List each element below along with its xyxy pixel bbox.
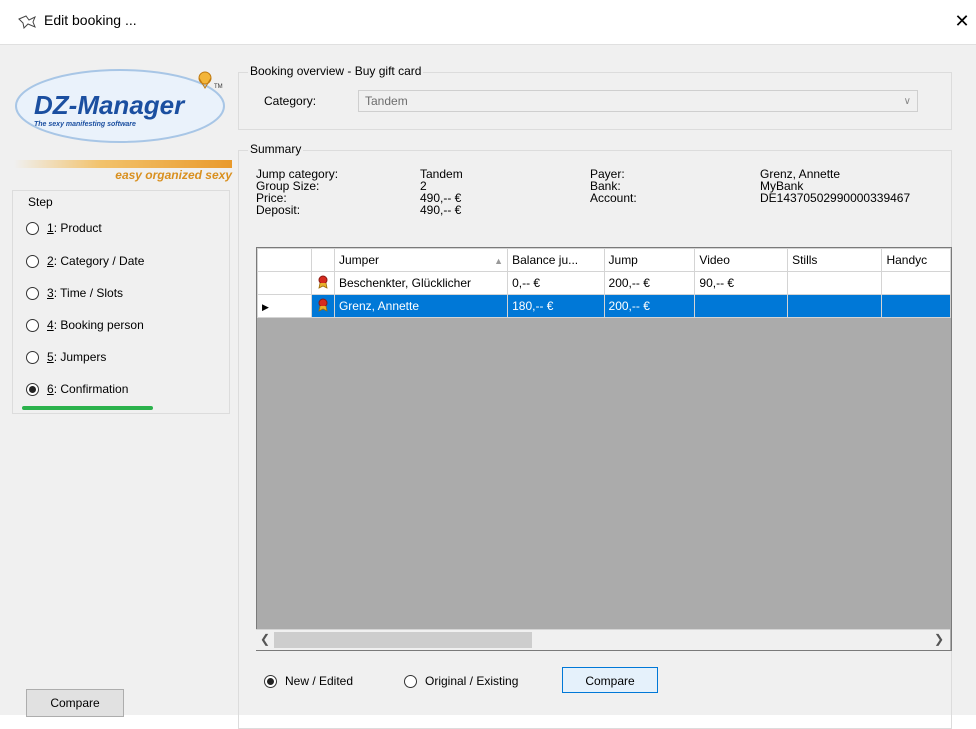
row-header-corner <box>257 248 312 272</box>
balance-cell: 0,-- € <box>507 271 605 295</box>
step-number: 3 <box>47 286 54 300</box>
radio-icon <box>26 318 39 332</box>
scroll-right-icon[interactable]: ❯ <box>934 632 944 646</box>
icon-column-header <box>310 248 335 272</box>
jump-cell: 200,-- € <box>603 271 696 295</box>
jumpers-grid[interactable]: Jumper ▲ Balance ju... Jump Video Stills … <box>256 247 952 651</box>
row-header[interactable]: ▶ <box>257 294 312 318</box>
step-label: : Time / Slots <box>53 286 124 300</box>
step-jumpers-radio[interactable]: 5: Jumpers <box>26 346 106 368</box>
step-number: 4 <box>47 318 54 332</box>
column-header-balance[interactable]: Balance ju... <box>507 248 605 272</box>
scrollbar-thumb[interactable] <box>274 632 532 648</box>
column-label: Jumper <box>338 253 379 267</box>
step-time-slots-radio[interactable]: 3: Time / Slots <box>26 282 123 304</box>
step-product-radio[interactable]: 1: Product <box>26 217 102 239</box>
step-confirmation-radio[interactable]: 6: Confirmation <box>26 378 128 400</box>
handycam-cell <box>881 271 951 295</box>
step-label: : Product <box>53 221 102 235</box>
column-header-handycam[interactable]: Handyc <box>881 248 951 272</box>
step-number: 1 <box>47 221 54 235</box>
jumper-cell: Grenz, Annette <box>333 294 509 318</box>
stills-cell <box>787 271 883 295</box>
step-legend: Step <box>26 195 55 209</box>
logo-tm: TM <box>214 84 223 90</box>
category-value: Tandem <box>365 94 408 108</box>
table-row[interactable]: Beschenkter, Glücklicher 0,-- € 200,-- €… <box>257 271 951 295</box>
account-label: Account: <box>590 191 637 205</box>
radio-icon <box>26 254 39 268</box>
new-edited-label: New / Edited <box>285 674 354 688</box>
step-booking-person-radio[interactable]: 4: Booking person <box>26 314 144 336</box>
dz-manager-logo: DZ-Manager TM The sexy manifesting softw… <box>12 60 232 160</box>
step-number: 2 <box>47 254 54 268</box>
row-icon-cell <box>310 271 335 295</box>
active-step-indicator <box>22 406 153 410</box>
table-row-selected[interactable]: ▶ Grenz, Annette 180,-- € 200,-- € <box>257 294 951 318</box>
radio-icon <box>404 674 417 688</box>
balance-cell: 180,-- € <box>507 294 605 318</box>
header-row: Jumper ▲ Balance ju... Jump Video Stills … <box>257 248 951 272</box>
column-header-jump[interactable]: Jump <box>603 248 696 272</box>
gift-card-icon <box>316 275 330 289</box>
original-existing-label: Original / Existing <box>425 674 519 688</box>
step-label: : Category / Date <box>53 254 145 268</box>
original-existing-radio[interactable]: Original / Existing <box>404 670 518 692</box>
video-cell: 90,-- € <box>694 271 789 295</box>
category-select[interactable]: Tandem ∨ <box>358 90 918 112</box>
scroll-left-icon[interactable]: ❮ <box>260 632 270 646</box>
booking-overview-legend: Booking overview - Buy gift card <box>248 64 424 78</box>
radio-icon <box>26 286 39 300</box>
compare-button-left[interactable]: Compare <box>26 689 124 717</box>
video-cell <box>694 294 789 318</box>
sort-ascending-icon: ▲ <box>494 256 504 266</box>
step-label: : Confirmation <box>53 382 129 396</box>
handycam-cell <box>881 294 951 318</box>
chevron-down-icon: ∨ <box>903 96 911 107</box>
stills-cell <box>787 294 883 318</box>
step-category-date-radio[interactable]: 2: Category / Date <box>26 250 144 272</box>
tagline-bar <box>14 160 232 168</box>
app-icon <box>18 15 36 30</box>
radio-icon <box>26 221 39 235</box>
deposit-label: Deposit: <box>256 203 301 217</box>
summary-legend: Summary <box>248 142 304 156</box>
account-value: DE14370502990000339467 <box>760 191 911 205</box>
deposit-value: 490,-- € <box>420 203 462 217</box>
logo-slogan: The sexy manifesting software <box>34 121 136 128</box>
compare-button[interactable]: Compare <box>562 667 658 693</box>
jump-cell: 200,-- € <box>603 294 696 318</box>
window-title: Edit booking ... <box>44 12 137 28</box>
new-edited-radio[interactable]: New / Edited <box>264 670 353 692</box>
radio-checked-icon <box>264 674 277 688</box>
column-header-jumper[interactable]: Jumper ▲ <box>333 248 509 272</box>
logo-text: DZ-Manager <box>34 90 186 120</box>
row-icon-cell <box>310 294 335 318</box>
jumper-cell: Beschenkter, Glücklicher <box>333 271 509 295</box>
category-label: Category: <box>264 94 317 108</box>
gift-card-icon <box>316 298 330 312</box>
jumpers-table: Jumper ▲ Balance ju... Jump Video Stills … <box>257 248 951 318</box>
step-number: 6 <box>47 382 54 396</box>
title-bar <box>0 0 976 44</box>
horizontal-scrollbar[interactable]: ❮ ❯ <box>256 629 950 650</box>
radio-checked-icon <box>26 382 39 396</box>
column-header-video[interactable]: Video <box>694 248 789 272</box>
step-number: 5 <box>47 350 54 364</box>
column-header-stills[interactable]: Stills <box>787 248 883 272</box>
current-row-arrow-icon: ▶ <box>262 302 269 312</box>
radio-icon <box>26 350 39 364</box>
step-label: : Jumpers <box>53 350 107 364</box>
step-label: : Booking person <box>53 318 144 332</box>
row-header[interactable] <box>257 271 312 295</box>
tagline: easy organized sexy <box>115 168 232 182</box>
title-divider <box>0 44 976 45</box>
close-icon[interactable]: ✕ <box>952 11 972 31</box>
